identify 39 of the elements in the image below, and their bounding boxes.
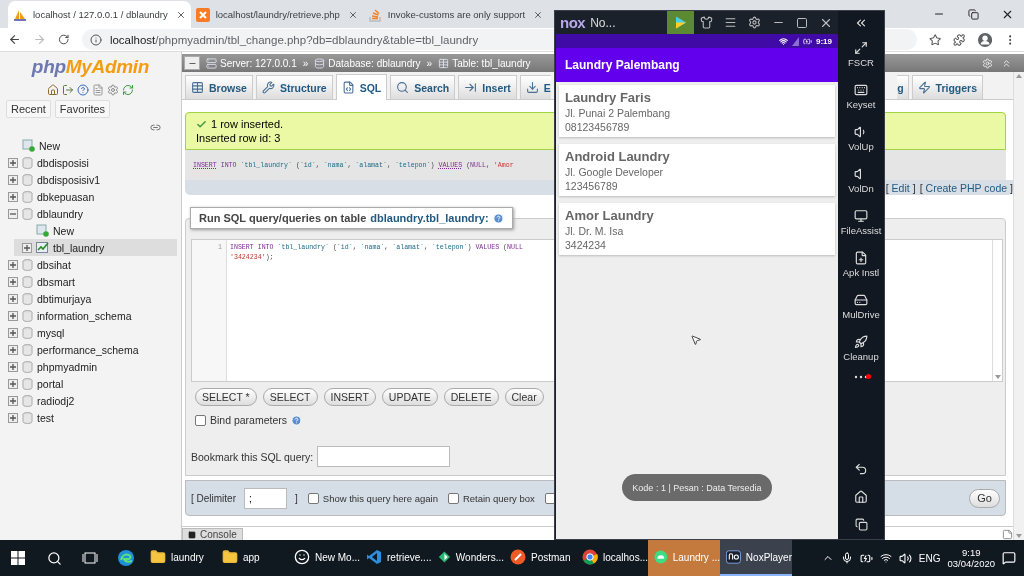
- bracket: ]: [1010, 181, 1013, 194]
- card-phone: 123456789: [565, 180, 619, 192]
- clock-text: 9:19: [816, 36, 832, 46]
- card-phone: 3424234: [565, 239, 607, 251]
- card-address: Jl. Dr. M. Isa: [565, 225, 625, 237]
- logo: nox: [560, 14, 586, 31]
- bracket: ]: [912, 181, 916, 194]
- logo: phpMyAdmin: [31, 56, 150, 78]
- field-label: [ Delimiter: [191, 492, 236, 504]
- tool-label: Cleanup: [843, 350, 879, 362]
- checkbox-label: Show this query here again: [322, 492, 438, 504]
- tool-label: FileAssist: [840, 224, 882, 236]
- tool-label: VolUp: [848, 140, 874, 152]
- tool-label: Keyset: [846, 98, 876, 110]
- field-label: Bookmark this SQL query:: [191, 450, 314, 463]
- app-bar-title: Laundry Palembang: [556, 48, 838, 82]
- checkbox-label: Retain query box: [462, 492, 535, 504]
- checkbox-label: Bind parameters: [210, 414, 288, 426]
- toast-message: Kode : 1 | Pesan : Data Tersedia: [622, 474, 772, 501]
- legend-text: Run SQL query/queries on table: [199, 212, 367, 224]
- url-text: localhost/phpmyadmin/tbl_change.php?db=dblaundry&table=tbl_laundry: [109, 33, 479, 46]
- card-title: Amor Laundry: [565, 208, 655, 223]
- card-address: Jl. Google Developer: [565, 166, 665, 178]
- breadcrumb-separator: »: [426, 57, 433, 69]
- tool-label: Apk Instl: [842, 266, 880, 278]
- bracket: [: [885, 181, 889, 194]
- bracket: [: [919, 181, 923, 194]
- tool-label: VolDn: [848, 182, 874, 194]
- window-title: No...: [590, 15, 616, 30]
- bracket: ]: [295, 492, 298, 504]
- card-title: Android Laundry: [565, 149, 671, 164]
- tool-label: MulDrive: [842, 308, 880, 320]
- message-text: Inserted row id: 3: [196, 132, 281, 144]
- card-address: Jl. Punai 2 Palembang: [565, 107, 672, 119]
- card-title: Laundry Faris: [565, 90, 652, 105]
- card-phone: 08123456789: [565, 121, 631, 133]
- message-text: 1 row inserted.: [211, 118, 284, 130]
- tool-label: FSCR: [848, 56, 874, 68]
- breadcrumb-separator: »: [302, 57, 309, 69]
